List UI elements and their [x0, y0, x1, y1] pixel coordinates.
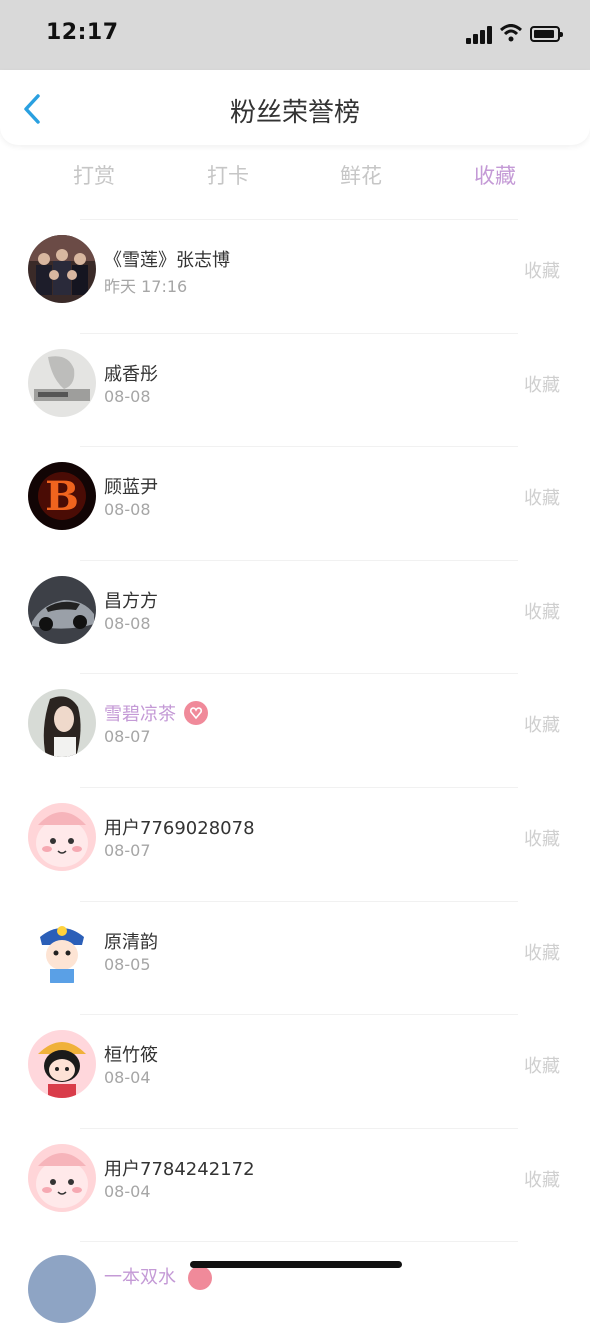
tab-reward[interactable]: 打赏	[44, 160, 144, 190]
list-item[interactable]: 《雪莲》张志博 昨天 17:16 收藏	[0, 220, 590, 334]
fan-name-text: 雪碧凉茶	[104, 704, 176, 726]
fan-name: 昌方方	[104, 587, 158, 613]
fan-name: 用户7769028078	[104, 814, 255, 840]
avatar[interactable]	[28, 575, 96, 644]
svg-text:B: B	[45, 473, 79, 520]
list-item[interactable]: 用户7784242172 08-04 收藏	[0, 1129, 590, 1243]
fan-list: 《雪莲》张志博 昨天 17:16 收藏 戚香彤 08-08 收藏 B 顾蓝尹 08-08 收藏 昌方…	[0, 220, 590, 1243]
avatar[interactable]	[28, 689, 96, 758]
fan-name: 一本双水	[104, 1267, 176, 1288]
list-item[interactable]: 原清韵 08-05 收藏	[0, 902, 590, 1016]
fan-name: 桓竹筱	[104, 1041, 158, 1067]
vip-badge-icon	[188, 1266, 212, 1290]
fan-date: 08-08	[104, 386, 151, 406]
home-indicator	[190, 1261, 402, 1268]
avatar[interactable]	[28, 1255, 96, 1323]
fan-name-text: 戚香彤	[104, 363, 158, 385]
list-item[interactable]: B 顾蓝尹 08-08 收藏	[0, 447, 590, 561]
fan-date: 08-08	[104, 500, 151, 520]
avatar[interactable]	[28, 802, 96, 871]
list-item[interactable]: 戚香彤 08-08 收藏	[0, 334, 590, 448]
fan-date: 08-05	[104, 954, 151, 974]
wifi-icon	[499, 24, 523, 42]
fan-name: 《雪莲》张志博	[104, 246, 230, 272]
avatar[interactable]	[28, 235, 96, 303]
action-label: 收藏	[524, 1056, 560, 1078]
fan-date: 08-04	[104, 1068, 151, 1088]
action-label: 收藏	[524, 261, 560, 282]
status-bar: 12:17	[0, 0, 590, 70]
page-title: 粉丝荣誉榜	[229, 98, 360, 128]
tab-checkin[interactable]: 打卡	[178, 160, 278, 190]
action-label: 收藏	[524, 1169, 560, 1191]
avatar[interactable]	[28, 348, 96, 417]
action-label: 收藏	[524, 715, 560, 737]
vip-badge-icon	[184, 701, 208, 726]
list-item[interactable]: 昌方方 08-08 收藏	[0, 561, 590, 675]
fan-name-text: 用户7784242172	[104, 1158, 255, 1180]
list-item[interactable]: 桓竹筱 08-04 收藏	[0, 1015, 590, 1129]
fan-date: 08-08	[104, 613, 151, 633]
fan-name-text: 用户7769028078	[104, 817, 255, 839]
action-label: 收藏	[524, 601, 560, 623]
list-item[interactable]: 用户7769028078 08-07 收藏	[0, 788, 590, 902]
fan-name-text: 桓竹筱	[104, 1045, 158, 1067]
fan-name-text: 原清韵	[104, 931, 158, 953]
divider	[80, 1241, 518, 1243]
fan-name: 戚香彤	[104, 360, 158, 386]
signal-icon	[466, 26, 494, 44]
fan-name-text: 昌方方	[104, 590, 158, 612]
fan-name: 原清韵	[104, 928, 158, 954]
fan-name: 用户7784242172	[104, 1155, 255, 1181]
fan-date: 08-07	[104, 840, 151, 860]
tab-flowers[interactable]: 鲜花	[311, 160, 411, 190]
avatar[interactable]	[28, 1030, 96, 1099]
fan-name-text: 顾蓝尹	[104, 477, 158, 499]
fan-name: 雪碧凉茶	[104, 700, 208, 727]
fan-date: 08-07	[104, 727, 151, 747]
fan-name-text: 《雪莲》张志博	[104, 250, 230, 271]
action-label: 收藏	[524, 374, 560, 396]
avatar[interactable]	[28, 1143, 96, 1212]
nav-header: 粉丝荣誉榜	[0, 70, 590, 145]
avatar[interactable]	[28, 916, 96, 985]
fan-date: 08-04	[104, 1181, 151, 1201]
action-label: 收藏	[524, 828, 560, 850]
action-label: 收藏	[524, 942, 560, 964]
status-time: 12:17	[46, 20, 119, 45]
fan-name: 顾蓝尹	[104, 473, 158, 499]
battery-icon	[530, 26, 563, 42]
list-item[interactable]: 雪碧凉茶 08-07 收藏	[0, 674, 590, 788]
fan-date: 昨天 17:16	[104, 277, 188, 296]
action-label: 收藏	[524, 488, 560, 510]
avatar[interactable]: B	[28, 462, 96, 531]
tab-favorites[interactable]: 收藏	[445, 160, 545, 190]
tab-bar: 打赏 打卡 鲜花 收藏	[0, 152, 590, 196]
